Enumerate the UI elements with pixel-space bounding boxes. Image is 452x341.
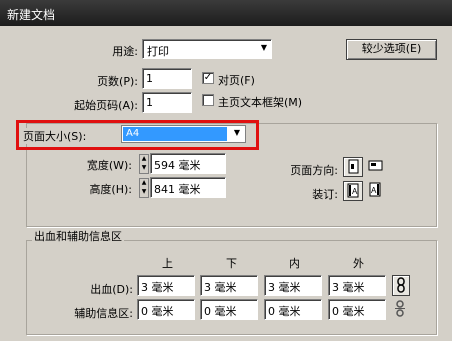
page-size-value: A4 [123, 127, 227, 141]
column-top: 上 [162, 257, 173, 270]
up-arrow-icon[interactable]: ▲ [140, 179, 148, 188]
portrait-button[interactable] [343, 157, 363, 177]
master-text-frame-label: 主页文本框架(M) [218, 96, 303, 109]
width-stepper[interactable]: ▲ ▼ [139, 154, 149, 174]
svg-text:A: A [352, 187, 358, 196]
bleed-label: 出血(D): [90, 283, 133, 296]
pages-label: 页数(P): [97, 75, 138, 88]
broken-chain-icon [395, 300, 405, 317]
facing-pages-checkbox[interactable]: ✓ [202, 72, 214, 84]
chevron-down-icon[interactable]: ▼ [261, 43, 267, 52]
page-size-select[interactable]: A4 ▼ [121, 125, 246, 143]
portrait-icon [348, 159, 359, 174]
master-text-frame-checkbox[interactable] [202, 94, 214, 106]
down-arrow-icon[interactable]: ▼ [140, 188, 148, 197]
height-stepper[interactable]: ▲ ▼ [139, 178, 149, 198]
bleed-top-input[interactable]: 3 毫米 [137, 275, 195, 296]
title-bar: 新建文档 [0, 0, 452, 26]
chain-link-icon [397, 277, 405, 293]
right-binding-icon: A [369, 182, 381, 197]
purpose-select[interactable]: 打印 ▼ [142, 39, 272, 59]
down-arrow-icon[interactable]: ▼ [140, 164, 148, 173]
slug-label: 辅助信息区: [74, 307, 133, 320]
slug-link-button[interactable] [392, 299, 410, 320]
left-binding-button[interactable]: A [343, 181, 363, 201]
orientation-label: 页面方向: [290, 164, 338, 177]
page-size-label: 页面大小(S): [23, 128, 87, 144]
bleed-bottom-input[interactable]: 3 毫米 [200, 275, 258, 296]
new-document-dialog: 用途: 打印 ▼ 较少选项(E) 页数(P): 1 ✓ 对页(F) 起始页码(A… [0, 26, 452, 341]
landscape-button[interactable] [367, 157, 387, 177]
width-input[interactable]: 594 毫米 [150, 153, 226, 174]
width-label: 宽度(W): [86, 159, 132, 172]
binding-label: 装订: [312, 188, 338, 201]
up-arrow-icon[interactable]: ▲ [140, 155, 148, 164]
slug-inside-input[interactable]: 0 毫米 [264, 299, 322, 320]
start-page-label: 起始页码(A): [74, 99, 138, 112]
right-binding-button[interactable]: A [367, 181, 387, 201]
bleed-inside-input[interactable]: 3 毫米 [264, 275, 322, 296]
height-input[interactable]: 841 毫米 [150, 177, 226, 198]
height-label: 高度(H): [89, 183, 132, 196]
slug-outside-input[interactable]: 0 毫米 [328, 299, 386, 320]
slug-bottom-input[interactable]: 0 毫米 [200, 299, 258, 320]
fewer-options-button[interactable]: 较少选项(E) [346, 39, 437, 60]
purpose-value: 打印 [147, 45, 169, 58]
column-inside: 内 [289, 257, 300, 270]
bleed-outside-input[interactable]: 3 毫米 [328, 275, 386, 296]
bleed-link-button[interactable] [392, 275, 410, 296]
chevron-down-icon[interactable]: ▼ [234, 128, 240, 137]
left-binding-icon: A [347, 183, 359, 198]
landscape-icon [368, 160, 383, 171]
window-title: 新建文档 [7, 8, 56, 22]
purpose-label: 用途: [112, 45, 138, 58]
start-page-input[interactable]: 1 [142, 92, 192, 113]
slug-top-input[interactable]: 0 毫米 [137, 299, 195, 320]
column-outside: 外 [353, 257, 364, 270]
svg-text:A: A [371, 186, 377, 195]
bleed-section-title: 出血和辅助信息区 [32, 228, 124, 244]
column-bottom: 下 [226, 257, 237, 270]
facing-pages-label: 对页(F) [218, 74, 255, 87]
pages-input[interactable]: 1 [142, 68, 192, 89]
